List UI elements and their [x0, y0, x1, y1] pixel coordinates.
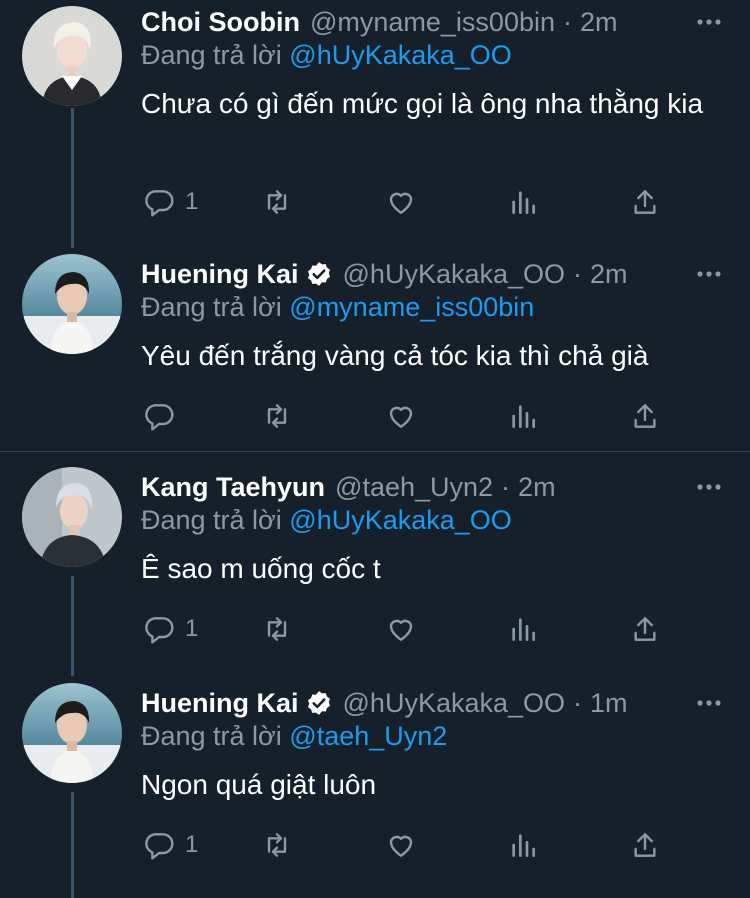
more-icon[interactable]	[696, 10, 722, 34]
tweet[interactable]: Huening Kai @hUyKakaka_OO · 2m Đang trả …	[0, 254, 750, 444]
heart-icon	[389, 619, 413, 641]
replying-to-label: Đang trả lời	[141, 292, 282, 322]
separator: ·	[563, 6, 572, 37]
reply-icon	[145, 404, 174, 431]
share-button[interactable]	[629, 611, 661, 647]
tweet[interactable]: Choi Soobin @myname_iss00bin · 2m Đang t…	[0, 2, 750, 242]
reply-icon	[145, 617, 174, 644]
retweet-icon	[267, 404, 287, 428]
separator: ·	[573, 687, 583, 718]
reply-count: 1	[185, 188, 199, 215]
replying-to-label: Đang trả lời	[141, 40, 282, 70]
tweet-text: Ê sao m uống cốc t	[141, 553, 381, 584]
retweet-icon	[267, 190, 287, 214]
heart-icon	[389, 192, 413, 214]
display-name[interactable]: Choi Soobin	[141, 7, 300, 38]
retweet-button[interactable]	[261, 611, 293, 647]
replying-to-label: Đang trả lời	[141, 505, 282, 535]
replying-to: Đang trả lời @hUyKakaka_OO	[141, 40, 512, 71]
analytics-icon	[512, 191, 535, 214]
share-button[interactable]	[629, 827, 661, 863]
share-icon	[634, 404, 656, 428]
like-button[interactable]	[385, 827, 417, 863]
replying-to: Đang trả lời @myname_iss00bin	[141, 292, 534, 323]
timestamp[interactable]: 1m	[590, 688, 628, 719]
timestamp[interactable]: 2m	[580, 7, 618, 38]
heart-icon	[389, 835, 413, 857]
replying-to: Đang trả lời @hUyKakaka_OO	[141, 505, 512, 536]
share-button[interactable]	[629, 398, 661, 434]
tweet-header: Kang Taehyun @taeh_Uyn2 · 2m	[141, 467, 556, 507]
retweet-button[interactable]	[261, 184, 293, 220]
retweet-icon	[267, 833, 287, 857]
reply-icon	[145, 833, 174, 860]
analytics-icon	[512, 405, 535, 428]
tweet-header: Choi Soobin @myname_iss00bin · 2m	[141, 2, 618, 42]
tweet-text: Ngon quá giật luôn	[141, 769, 377, 800]
analytics-button[interactable]	[507, 827, 539, 863]
mention-link[interactable]: @hUyKakaka_OO	[289, 40, 512, 70]
tweet-header: Huening Kai @hUyKakaka_OO · 2m	[141, 254, 628, 294]
more-icon[interactable]	[696, 262, 722, 286]
separator: ·	[573, 258, 583, 289]
display-name[interactable]: Kang Taehyun	[141, 472, 325, 503]
share-icon	[634, 617, 656, 641]
avatar[interactable]	[22, 683, 122, 783]
display-name[interactable]: Huening Kai	[141, 259, 299, 290]
mention-link[interactable]: @taeh_Uyn2	[289, 721, 447, 751]
avatar[interactable]	[22, 467, 122, 567]
user-handle[interactable]: @myname_iss00bin	[310, 7, 555, 38]
more-icon[interactable]	[696, 475, 722, 499]
analytics-button[interactable]	[507, 611, 539, 647]
reply-button[interactable]: 1	[143, 184, 198, 220]
timestamp[interactable]: 2m	[590, 259, 628, 290]
avatar[interactable]	[22, 6, 122, 106]
user-handle[interactable]: @taeh_Uyn2	[335, 472, 493, 503]
tweet-text: Yêu đến trắng vàng cả tóc kia thì chả gi…	[141, 340, 649, 371]
user-handle[interactable]: @hUyKakaka_OO	[343, 688, 566, 719]
analytics-icon	[512, 834, 535, 857]
mention-link[interactable]: @myname_iss00bin	[289, 292, 534, 322]
tweet-text: Chưa có gì đến mức gọi là ông nha thằng …	[141, 88, 704, 119]
retweet-button[interactable]	[261, 827, 293, 863]
action-bar: 1	[141, 184, 681, 220]
replying-to: Đang trả lời @taeh_Uyn2	[141, 721, 447, 752]
reply-count: 1	[185, 615, 199, 642]
reply-button[interactable]: 1	[143, 611, 198, 647]
reply-icon	[145, 190, 174, 217]
verified-badge-icon	[307, 262, 330, 286]
analytics-button[interactable]	[507, 184, 539, 220]
display-name[interactable]: Huening Kai	[141, 688, 299, 719]
heart-icon	[389, 406, 413, 428]
timestamp[interactable]: 2m	[518, 472, 556, 503]
analytics-icon	[512, 618, 535, 641]
reply-button[interactable]	[143, 398, 185, 434]
retweet-button[interactable]	[261, 398, 293, 434]
like-button[interactable]	[385, 398, 417, 434]
reply-count: 1	[185, 831, 199, 858]
reply-button[interactable]: 1	[143, 827, 198, 863]
tweet[interactable]: Kang Taehyun @taeh_Uyn2 · 2m Đang trả lờ…	[0, 467, 750, 657]
action-bar: 1	[141, 611, 681, 647]
action-bar: 1	[141, 827, 681, 863]
verified-badge-icon	[307, 691, 330, 715]
analytics-button[interactable]	[507, 398, 539, 434]
mention-link[interactable]: @hUyKakaka_OO	[289, 505, 512, 535]
separator: ·	[501, 471, 511, 502]
more-icon[interactable]	[696, 691, 722, 715]
tweet-header: Huening Kai @hUyKakaka_OO · 1m	[141, 683, 628, 723]
retweet-icon	[267, 617, 287, 641]
avatar[interactable]	[22, 254, 122, 354]
like-button[interactable]	[385, 611, 417, 647]
action-bar	[141, 398, 681, 434]
like-button[interactable]	[385, 184, 417, 220]
replying-to-label: Đang trả lời	[141, 721, 282, 751]
user-handle[interactable]: @hUyKakaka_OO	[343, 259, 566, 290]
tweet[interactable]: Huening Kai @hUyKakaka_OO · 1m Đang trả …	[0, 683, 750, 873]
divider	[0, 451, 750, 452]
share-button[interactable]	[629, 184, 661, 220]
share-icon	[634, 833, 656, 857]
share-icon	[634, 190, 656, 214]
